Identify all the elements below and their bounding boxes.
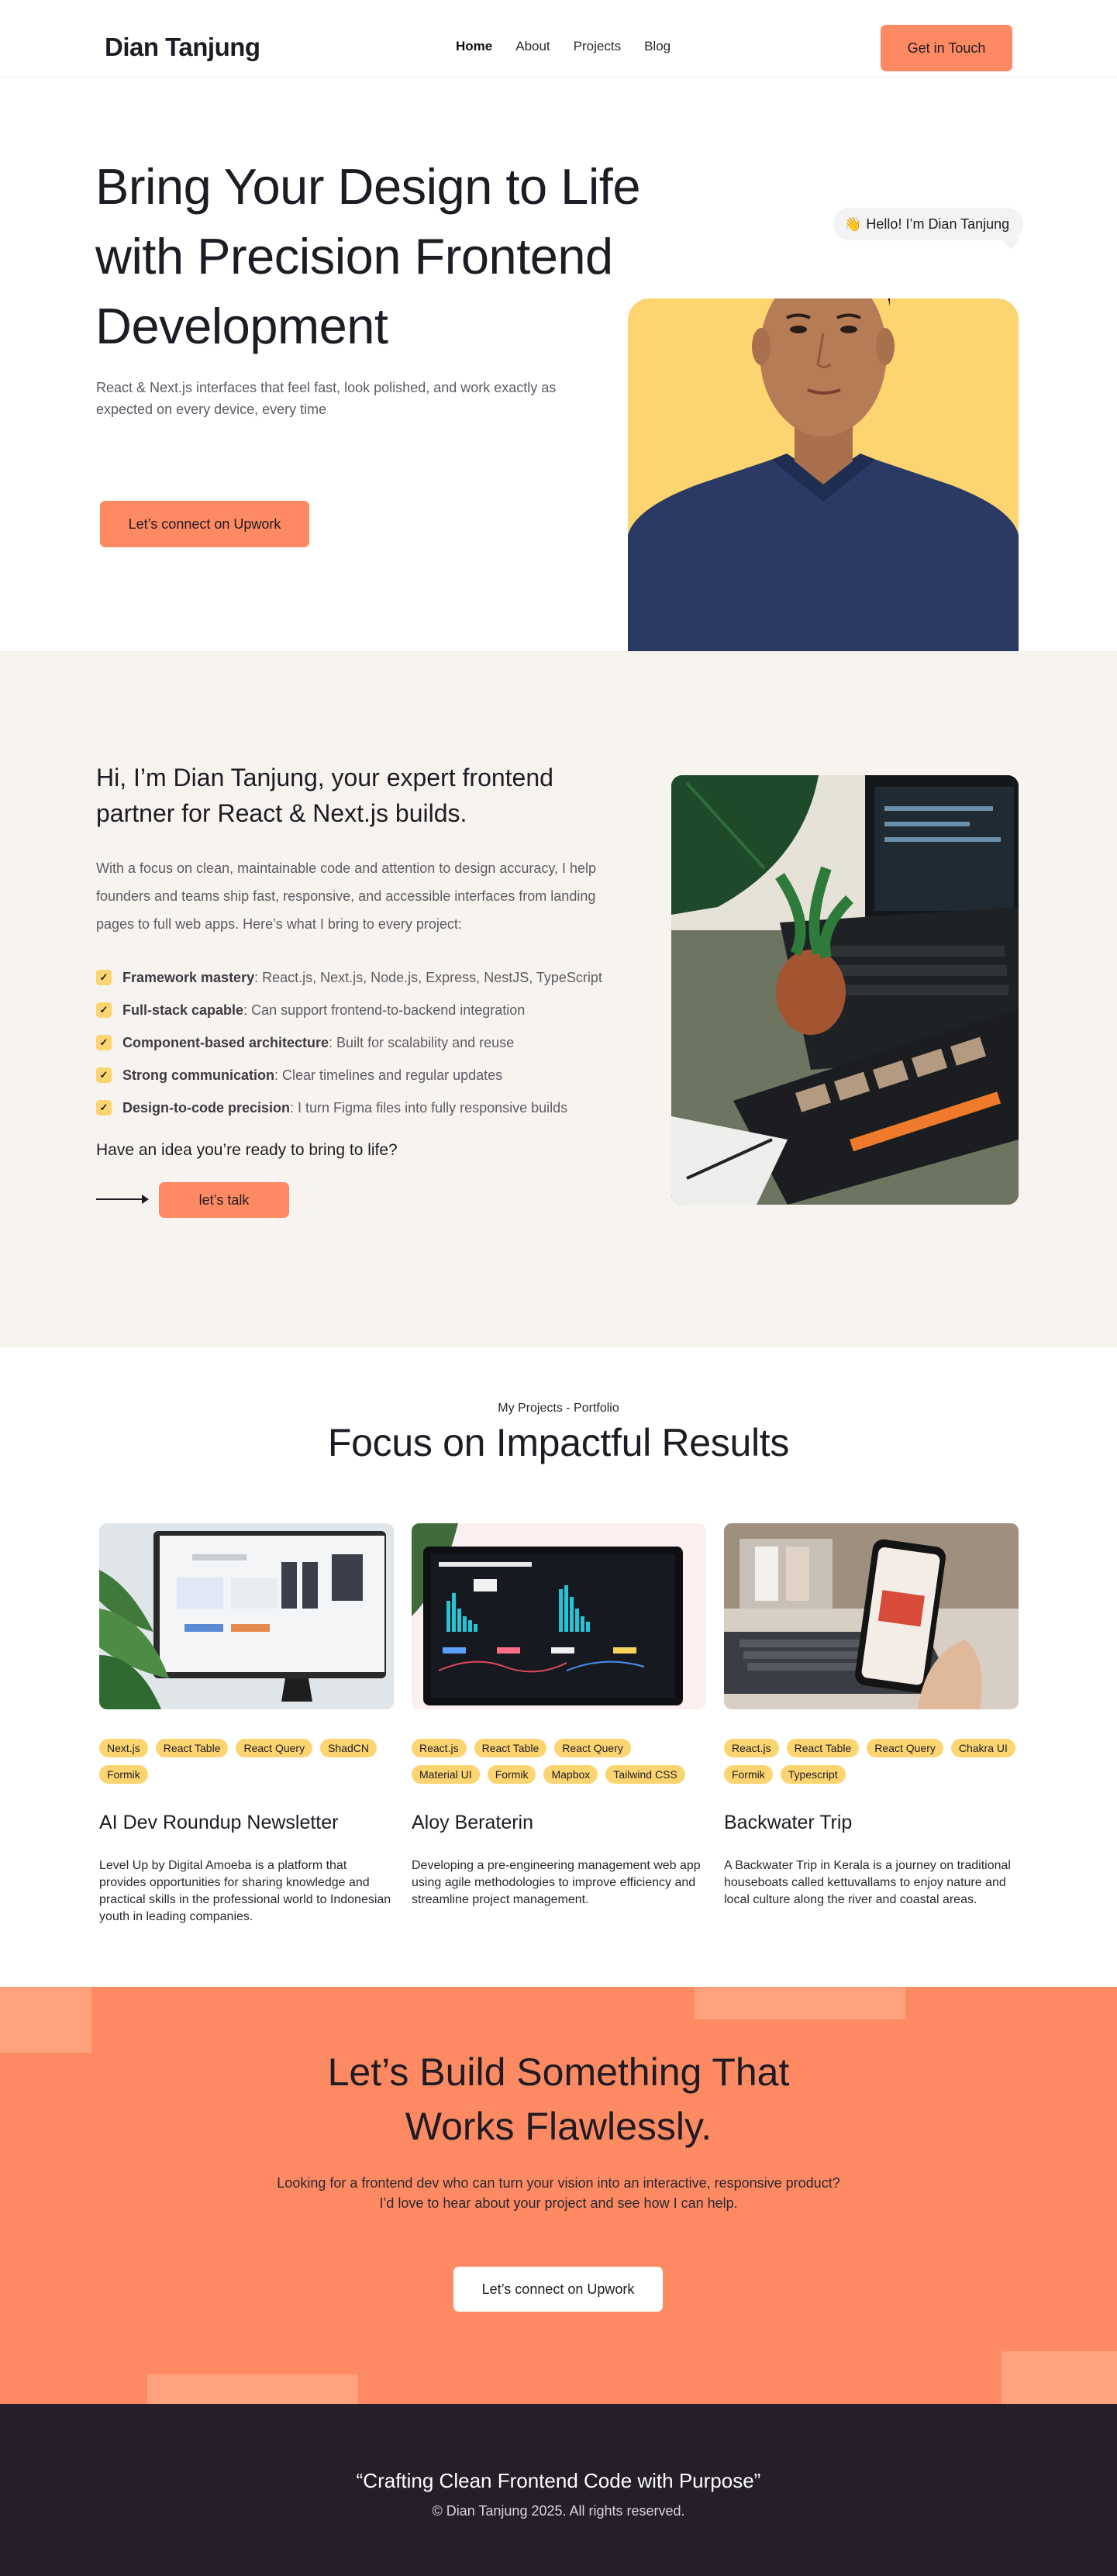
project-title[interactable]: AI Dev Roundup Newsletter xyxy=(99,1812,394,1834)
footer-quote: “Crafting Clean Frontend Code with Purpo… xyxy=(356,2469,761,2492)
lets-talk-button[interactable]: let’s talk xyxy=(159,1182,289,1218)
checklist-item-label: Design-to-code precision xyxy=(122,1099,291,1116)
tech-tags: React.js React Table React Query Chakra … xyxy=(724,1739,1019,1784)
hero-title: Bring Your Design to Life with Precision… xyxy=(95,158,640,354)
check-icon: ✓ xyxy=(96,1035,112,1050)
tech-tag: Typescript xyxy=(780,1765,846,1784)
greeting-text: Hello! I’m Dian Tanjung xyxy=(866,216,1010,232)
tech-tag: Tailwind CSS xyxy=(605,1765,685,1784)
portrait-photo xyxy=(628,298,1019,651)
workspace-photo xyxy=(671,775,1019,1205)
tech-tag: React Query xyxy=(867,1739,943,1757)
check-icon: ✓ xyxy=(96,1002,112,1018)
tech-tag: ShadCN xyxy=(320,1739,377,1757)
nav-link-projects[interactable]: Projects xyxy=(574,39,621,54)
cta-subtitle: Looking for a frontend dev who can turn … xyxy=(0,2173,1117,2213)
about-title: Hi, I’m Dian Tanjung, your expert fronte… xyxy=(96,764,553,827)
project-thumbnail xyxy=(724,1523,1019,1709)
about-section: Hi, I’m Dian Tanjung, your expert fronte… xyxy=(0,651,1117,1347)
skills-checklist: ✓ Framework mastery: React.js, Next.js, … xyxy=(96,961,685,1124)
cta-title: Let’s Build Something That Works Flawles… xyxy=(0,2045,1117,2154)
arrow-right-icon xyxy=(96,1195,149,1204)
project-title[interactable]: Backwater Trip xyxy=(724,1812,1019,1834)
decorative-block xyxy=(0,1987,91,2053)
tech-tag: React.js xyxy=(724,1739,779,1757)
checklist-item-label: Full-stack capable xyxy=(122,1002,244,1018)
checklist-item-text: : React.js, Next.js, Node.js, Express, N… xyxy=(254,969,602,985)
nav-link-about[interactable]: About xyxy=(515,39,550,54)
checklist-item-label: Strong communication xyxy=(122,1067,275,1083)
project-thumbnail xyxy=(99,1523,394,1709)
nav-link-home[interactable]: Home xyxy=(456,39,492,54)
cta-subtitle-line: I’d love to hear about your project and … xyxy=(379,2195,738,2211)
project-description: A Backwater Trip in Kerala is a journey … xyxy=(724,1859,1011,1906)
project-title[interactable]: Aloy Beraterin xyxy=(412,1812,706,1834)
decorative-block xyxy=(147,2374,358,2404)
cta-upwork-button[interactable]: Let’s connect on Upwork xyxy=(453,2267,663,2312)
tech-tag: Chakra UI xyxy=(950,1739,1015,1757)
checklist-item-text: : Built for scalability and reuse xyxy=(329,1034,515,1050)
cta-title-line: Let’s Build Something That xyxy=(327,2050,790,2094)
tech-tag: Formik xyxy=(99,1765,148,1784)
about-question: Have an idea you’re ready to bring to li… xyxy=(96,1141,398,1159)
checklist-item-label: Framework mastery xyxy=(122,969,255,985)
tech-tag: React Table xyxy=(786,1739,860,1757)
tech-tag: Formik xyxy=(487,1765,536,1784)
tech-tag: React Query xyxy=(236,1739,313,1757)
about-body: With a focus on clean, maintainable code… xyxy=(96,860,597,932)
projects-title: Focus on Impactful Results xyxy=(327,1421,790,1464)
greeting-bubble: 👋 Hello! I’m Dian Tanjung xyxy=(833,208,1024,250)
cta-title-line: Works Flawlessly. xyxy=(405,2105,712,2148)
project-description: Developing a pre-engineering management … xyxy=(412,1859,701,1906)
project-card[interactable]: Next.js React Table React Query ShadCN F… xyxy=(99,1523,394,1926)
tech-tag: Next.js xyxy=(99,1739,148,1757)
checklist-item: ✓ Framework mastery: React.js, Next.js, … xyxy=(96,961,685,994)
decorative-block xyxy=(1002,2351,1117,2404)
checklist-item: ✓ Component-based architecture: Built fo… xyxy=(96,1026,685,1059)
check-icon: ✓ xyxy=(96,1100,112,1116)
project-card[interactable]: React.js React Table React Query Materia… xyxy=(412,1523,706,1909)
tech-tag: Formik xyxy=(724,1765,773,1784)
tech-tags: React.js React Table React Query Materia… xyxy=(412,1739,706,1784)
checklist-item-text: : I turn Figma files into fully responsi… xyxy=(290,1099,568,1116)
checklist-item-text: : Clear timelines and regular updates xyxy=(274,1067,503,1083)
projects-kicker: My Projects - Portfolio xyxy=(498,1402,619,1415)
project-description: Level Up by Digital Amoeba is a platform… xyxy=(99,1859,391,1923)
brand-logo[interactable]: Dian Tanjung xyxy=(105,33,260,62)
project-card[interactable]: React.js React Table React Query Chakra … xyxy=(724,1523,1019,1909)
footer-copyright: © Dian Tanjung 2025. All rights reserved… xyxy=(432,2503,685,2519)
hero-portrait-card xyxy=(628,298,1019,651)
check-icon: ✓ xyxy=(96,1067,112,1083)
check-icon: ✓ xyxy=(96,970,112,985)
footer: “Crafting Clean Frontend Code with Purpo… xyxy=(0,2404,1117,2576)
cta-section: Let’s Build Something That Works Flawles… xyxy=(0,1987,1117,2404)
tech-tag: React.js xyxy=(412,1739,467,1757)
checklist-item-label: Component-based architecture xyxy=(122,1034,329,1050)
hero-subtitle: React & Next.js interfaces that feel fas… xyxy=(96,380,557,417)
checklist-item: ✓ Strong communication: Clear timelines … xyxy=(96,1059,685,1091)
tech-tag: Mapbox xyxy=(543,1765,598,1784)
tech-tag: Material UI xyxy=(412,1765,480,1784)
tech-tag: React Table xyxy=(474,1739,547,1757)
tech-tags: Next.js React Table React Query ShadCN F… xyxy=(99,1739,394,1784)
project-thumbnail xyxy=(412,1523,706,1709)
nav-link-blog[interactable]: Blog xyxy=(644,39,671,54)
checklist-item: ✓ Full-stack capable: Can support fronte… xyxy=(96,994,685,1026)
checklist-item: ✓ Design-to-code precision: I turn Figma… xyxy=(96,1091,685,1124)
bubble-tail xyxy=(1002,231,1020,250)
get-in-touch-button[interactable]: Get in Touch xyxy=(881,25,1012,71)
tech-tag: React Table xyxy=(155,1739,229,1757)
decorative-block xyxy=(695,1987,905,2019)
top-navbar: Dian Tanjung Home About Projects Blog Ge… xyxy=(0,0,1117,78)
cta-subtitle-line: Looking for a frontend dev who can turn … xyxy=(277,2175,840,2191)
checklist-item-text: : Can support frontend-to-backend integr… xyxy=(243,1002,526,1018)
waving-hand-icon: 👋 xyxy=(844,216,862,232)
hero-upwork-button[interactable]: Let’s connect on Upwork xyxy=(100,501,309,547)
tech-tag: React Query xyxy=(554,1739,631,1757)
main-nav: Home About Projects Blog xyxy=(456,39,671,54)
